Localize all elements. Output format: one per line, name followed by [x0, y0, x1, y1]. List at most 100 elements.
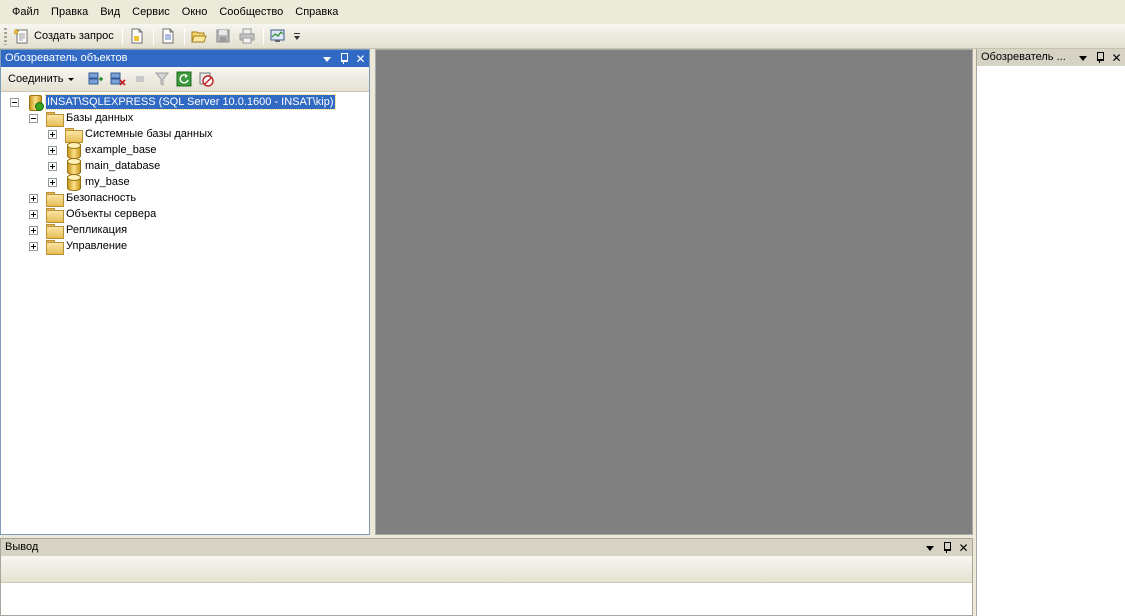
- toolbar-options-icon[interactable]: [293, 28, 302, 44]
- connect-label: Соединить: [8, 73, 64, 85]
- server-icon: [27, 94, 44, 111]
- database-icon: [67, 142, 81, 159]
- expand-icon[interactable]: [29, 241, 38, 251]
- tree-node-database[interactable]: main_database: [48, 158, 161, 175]
- tree-node-database[interactable]: my_base: [48, 174, 130, 191]
- tree-node-system-databases[interactable]: Системные базы данных: [48, 126, 213, 143]
- tree-node-label: Системные базы данных: [85, 128, 213, 140]
- schema-stop-icon[interactable]: [198, 71, 214, 87]
- menu-help[interactable]: Справка: [289, 2, 344, 22]
- connect-button[interactable]: Соединить: [5, 69, 77, 89]
- menu-window[interactable]: Окно: [176, 2, 214, 22]
- menu-edit[interactable]: Правка: [45, 2, 94, 22]
- expand-icon[interactable]: [48, 129, 57, 139]
- tree-node-label: example_base: [85, 144, 157, 156]
- right-panel-title: Обозреватель ...: [981, 51, 1066, 63]
- new-project-button[interactable]: [157, 26, 179, 47]
- database-icon: [67, 158, 81, 175]
- menu-file[interactable]: Файл: [6, 2, 45, 22]
- toolbar-grip[interactable]: [4, 27, 7, 45]
- activity-monitor-button[interactable]: [267, 26, 289, 47]
- close-icon[interactable]: ✕: [352, 51, 369, 67]
- open-file-button[interactable]: [188, 26, 210, 47]
- output-panel-title: Вывод: [5, 541, 39, 553]
- tree-node-databases[interactable]: Базы данных: [29, 110, 134, 127]
- collapse-icon[interactable]: [29, 113, 38, 123]
- window-position-dropdown-icon[interactable]: [921, 540, 938, 556]
- tree-node-label: main_database: [85, 160, 161, 172]
- right-explorer-panel: Обозреватель ... ✕: [976, 49, 1125, 616]
- disconnect-server-icon[interactable]: [110, 71, 126, 87]
- tree-node-label: Безопасность: [66, 192, 137, 204]
- auto-hide-pin-icon[interactable]: [938, 540, 955, 556]
- stop-icon[interactable]: [132, 71, 148, 87]
- toolbar-separator: [262, 27, 264, 45]
- database-icon: [67, 174, 81, 191]
- object-explorer-header: Обозреватель объектов ✕: [1, 50, 369, 67]
- auto-hide-pin-icon[interactable]: [335, 51, 352, 67]
- tree-node-label: Базы данных: [66, 112, 134, 124]
- connect-server-icon[interactable]: [88, 71, 104, 87]
- window-position-dropdown-icon[interactable]: [318, 51, 335, 67]
- toolbar-separator: [121, 27, 123, 45]
- output-toolbar: [1, 556, 972, 583]
- expand-icon[interactable]: [29, 193, 38, 203]
- auto-hide-pin-icon[interactable]: [1091, 50, 1108, 66]
- tree-node-database[interactable]: example_base: [48, 142, 157, 159]
- close-icon[interactable]: ✕: [955, 540, 972, 556]
- menu-bar: Файл Правка Вид Сервис Окно Сообщество С…: [0, 0, 1125, 24]
- chevron-down-icon: [67, 77, 74, 81]
- tree-node-server[interactable]: INSAT\SQLEXPRESS (SQL Server 10.0.1600 -…: [10, 94, 336, 111]
- expand-icon[interactable]: [29, 209, 38, 219]
- folder-icon: [46, 239, 64, 255]
- collapse-icon[interactable]: [10, 97, 19, 107]
- folder-icon: [46, 207, 64, 223]
- expand-icon[interactable]: [48, 145, 57, 155]
- menu-tools[interactable]: Сервис: [126, 2, 176, 22]
- toolbar-separator: [183, 27, 185, 45]
- new-query-button[interactable]: Создать запрос: [11, 26, 117, 47]
- tree-node-label: my_base: [85, 176, 130, 188]
- filter-icon[interactable]: [154, 71, 170, 87]
- new-project-icon: [160, 28, 176, 44]
- save-icon: [215, 28, 231, 44]
- print-icon: [239, 28, 255, 44]
- expand-icon[interactable]: [29, 225, 38, 235]
- close-icon[interactable]: ✕: [1108, 50, 1125, 66]
- server-label: INSAT\SQLEXPRESS (SQL Server 10.0.1600 -…: [45, 94, 336, 110]
- activity-monitor-icon: [270, 28, 286, 44]
- output-panel-header: Вывод ✕: [1, 539, 972, 556]
- tree-node-server-objects[interactable]: Объекты сервера: [29, 206, 157, 223]
- output-panel: Вывод ✕: [0, 538, 973, 616]
- new-query-icon: [12, 28, 30, 44]
- tree-node-replication[interactable]: Репликация: [29, 222, 128, 239]
- save-button[interactable]: [212, 26, 234, 47]
- toolbar-separator: [152, 27, 154, 45]
- tree-node-label: Репликация: [66, 224, 128, 236]
- new-query-label: Создать запрос: [34, 30, 114, 42]
- menu-community[interactable]: Сообщество: [213, 2, 289, 22]
- object-explorer-toolbar: Соединить: [1, 67, 369, 92]
- menu-view[interactable]: Вид: [94, 2, 126, 22]
- print-button[interactable]: [236, 26, 258, 47]
- tree-node-label: Управление: [66, 240, 128, 252]
- new-file-icon: [129, 28, 145, 44]
- window-position-dropdown-icon[interactable]: [1074, 50, 1091, 66]
- open-file-icon: [191, 28, 207, 44]
- object-explorer-panel: Обозреватель объектов ✕ Соединить INSAT\…: [0, 49, 370, 535]
- expand-icon[interactable]: [48, 161, 57, 171]
- tree-node-security[interactable]: Безопасность: [29, 190, 137, 207]
- folder-icon: [65, 127, 83, 143]
- right-panel-header: Обозреватель ... ✕: [977, 49, 1125, 66]
- folder-icon: [46, 191, 64, 207]
- folder-icon: [46, 223, 64, 239]
- expand-icon[interactable]: [48, 177, 57, 187]
- tree-node-management[interactable]: Управление: [29, 238, 128, 255]
- object-explorer-title: Обозреватель объектов: [5, 52, 128, 64]
- tree-node-label: Объекты сервера: [66, 208, 157, 220]
- document-area: [375, 49, 973, 535]
- folder-icon: [46, 111, 64, 127]
- standard-toolbar: Создать запрос: [0, 24, 1125, 49]
- refresh-icon[interactable]: [176, 71, 192, 87]
- new-file-button[interactable]: [126, 26, 148, 47]
